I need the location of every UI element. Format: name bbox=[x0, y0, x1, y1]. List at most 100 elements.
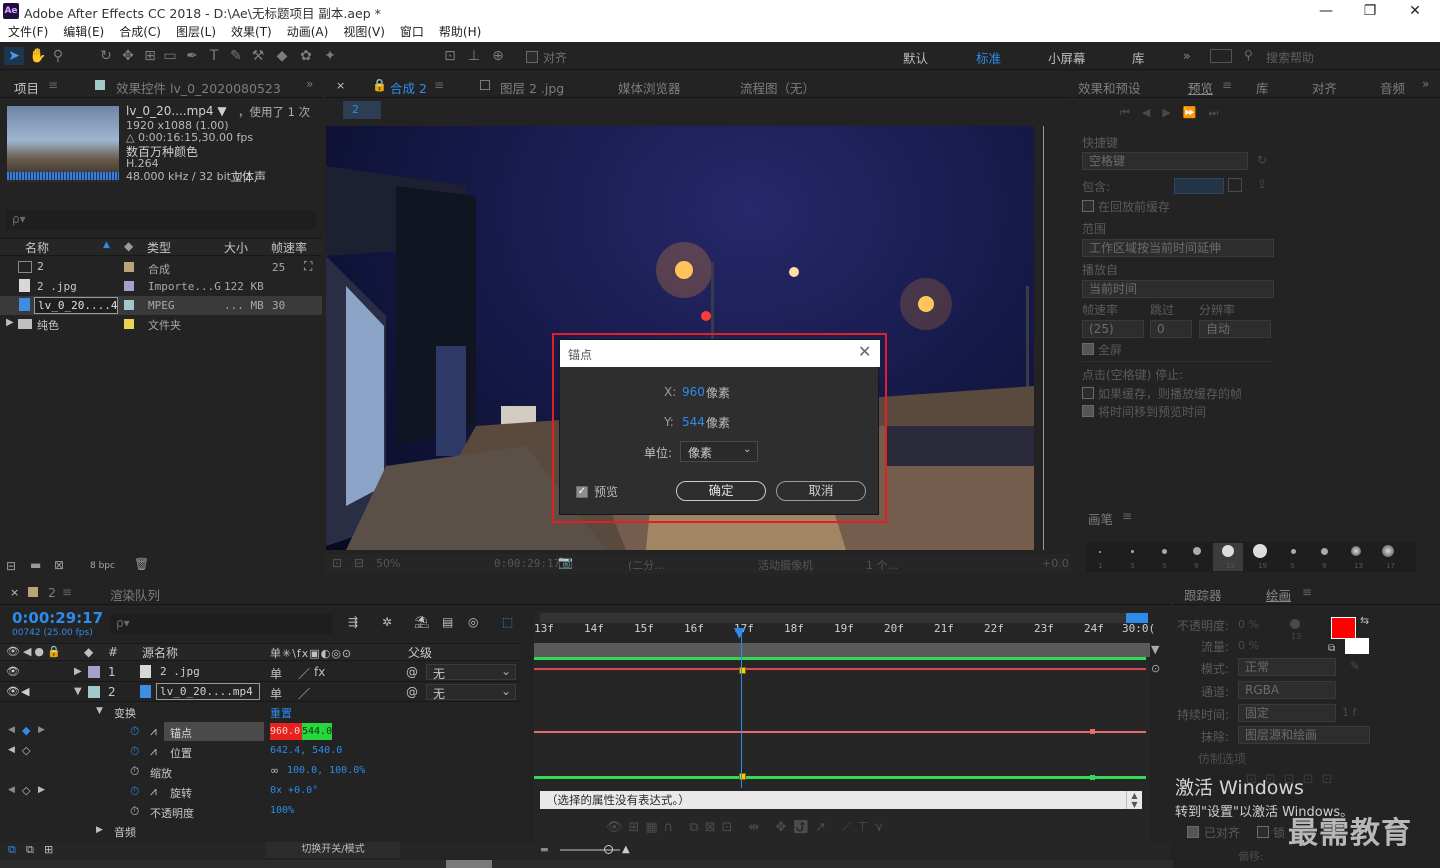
dialog-close-icon[interactable]: ✕ bbox=[858, 342, 871, 361]
parent-dropdown[interactable]: 无 ⌄ bbox=[426, 684, 516, 701]
workspace-small-screen[interactable]: 小屏幕 bbox=[1048, 48, 1086, 67]
viewer-timecode[interactable]: 0:00:29:17 bbox=[494, 557, 560, 570]
taskbar-item[interactable] bbox=[446, 860, 492, 868]
lock-icon[interactable]: 🔒 bbox=[372, 78, 387, 92]
in-out-icon[interactable]: ⊞ bbox=[44, 843, 53, 856]
menu-edit[interactable]: 编辑(E) bbox=[55, 22, 111, 42]
tab-libraries[interactable]: 库 bbox=[1256, 78, 1269, 97]
label-col-icon[interactable]: ◆ bbox=[124, 239, 133, 253]
prev-key-icon[interactable]: ◀ bbox=[8, 785, 15, 795]
timeline-search-box[interactable] bbox=[110, 614, 332, 634]
scale-value[interactable]: 100.0, 100.0% bbox=[287, 765, 365, 776]
duration-dropdown[interactable]: 固定 bbox=[1238, 704, 1336, 722]
property-row-anchor[interactable]: ◀ ◆ ▶ ⏱ ⩘ 锚点 960.0 544.0 bbox=[0, 722, 520, 741]
interpret-footage-icon[interactable]: ⊟ bbox=[6, 559, 16, 573]
selection-tool-icon[interactable]: ➤ bbox=[4, 47, 24, 65]
property-row-position[interactable]: ◀ ◇ ⏱ ⩘ 位置 642.4, 540.0 bbox=[0, 742, 520, 761]
anchor-x-value[interactable]: 960.0 bbox=[270, 723, 302, 740]
tab-menu-icon[interactable]: ≡ bbox=[1222, 78, 1232, 92]
zoom-out-icon[interactable]: ▬ bbox=[540, 845, 549, 855]
fullscreen-checkbox[interactable] bbox=[1082, 343, 1094, 355]
layer-name[interactable]: lv_0_20....mp4 bbox=[160, 685, 253, 698]
prev-key-icon[interactable]: ◀ bbox=[8, 725, 15, 735]
workspace-more[interactable]: » bbox=[1183, 48, 1191, 63]
stopwatch-icon[interactable]: ⏱ bbox=[130, 784, 139, 799]
panel-more-icon[interactable]: » bbox=[306, 77, 313, 91]
time-ruler[interactable]: 13f 14f 15f 16f 17f 18f 19f 20f 21f 22f … bbox=[534, 620, 1155, 642]
tab-menu-icon[interactable]: ≡ bbox=[62, 585, 72, 599]
brush-tip-1[interactable] bbox=[1099, 551, 1101, 553]
tab-project-menu-icon[interactable]: ≡ bbox=[48, 78, 58, 92]
constrain-link-icon[interactable]: ∞ bbox=[270, 764, 279, 777]
property-row-scale[interactable]: ⏱ 缩放 ∞ 100.0, 100.0% bbox=[0, 762, 520, 781]
magnification-dropdown[interactable]: 50% bbox=[376, 557, 400, 570]
views-dropdown[interactable]: 1 个... bbox=[866, 557, 898, 573]
menu-animation[interactable]: 动画(A) bbox=[279, 22, 336, 42]
channel-dropdown[interactable]: RGBA bbox=[1238, 681, 1336, 699]
menu-file[interactable]: 文件(F) bbox=[0, 22, 55, 42]
move-time-checkbox[interactable] bbox=[1082, 405, 1094, 417]
brush-tool-icon[interactable]: ✎ bbox=[226, 47, 246, 65]
reset-icon[interactable]: ↻ bbox=[1257, 153, 1267, 167]
quality-switch-icon[interactable]: ／ bbox=[298, 685, 310, 702]
keyframe-diamond-icon[interactable]: ◇ bbox=[22, 744, 30, 757]
expand-arrow-icon[interactable]: ▶ bbox=[6, 317, 14, 328]
zoom-slider-thumb[interactable] bbox=[604, 845, 613, 854]
tab-layer[interactable]: 图层 2 .jpg bbox=[500, 78, 564, 97]
tab-effect-controls[interactable]: 效果控件 lv_0_2020080523360 bbox=[116, 78, 282, 97]
delete-icon[interactable]: 🗑 bbox=[134, 557, 149, 571]
clone-stamp-icon[interactable]: ⚒ bbox=[248, 47, 268, 65]
y-value[interactable]: 544 bbox=[682, 415, 705, 429]
search-help-icon[interactable]: ⚲ bbox=[1244, 48, 1253, 62]
graph-snap-icon[interactable]: ⊙ bbox=[1151, 662, 1160, 675]
position-value[interactable]: 642.4, 540.0 bbox=[270, 745, 342, 756]
sync-settings-icon[interactable] bbox=[1210, 49, 1232, 63]
cancel-button[interactable]: 取消 bbox=[776, 481, 866, 501]
expand-arrow-icon[interactable]: ▶ bbox=[74, 666, 82, 677]
tab-render-queue[interactable]: 渲染队列 bbox=[110, 585, 160, 604]
flow-value[interactable]: 0 % bbox=[1238, 639, 1259, 652]
eyedropper-icon[interactable]: ✎ bbox=[1350, 659, 1360, 673]
graph-icon[interactable]: ⩘ bbox=[150, 784, 157, 799]
workspace-library[interactable]: 库 bbox=[1132, 48, 1145, 67]
exposure-value[interactable]: +0.0 bbox=[1042, 557, 1069, 570]
col-source-name[interactable]: 源名称 bbox=[142, 644, 178, 661]
new-folder-icon[interactable]: ▬ bbox=[30, 558, 41, 572]
label-swatch[interactable] bbox=[124, 281, 134, 291]
shy-switch-icon[interactable]: 单 bbox=[270, 685, 282, 702]
play-cached-checkbox[interactable] bbox=[1082, 387, 1094, 399]
preview-checkbox[interactable]: ✓ bbox=[576, 486, 588, 498]
tab-preview[interactable]: 预览 bbox=[1188, 78, 1213, 97]
layer-switches-icon[interactable]: ⧉ bbox=[8, 843, 16, 857]
transform-group[interactable]: 变换 bbox=[114, 705, 136, 721]
mode-dropdown[interactable]: 正常 bbox=[1238, 658, 1336, 676]
graph-editor-tools[interactable]: 👁⊞▦∩ ⧉⊠⊡ ⇹ ✥⤴↗ ⟋⊤⋎ bbox=[606, 820, 890, 835]
stopwatch-icon[interactable]: ⏱ bbox=[130, 744, 139, 759]
anchor-y-value[interactable]: 544.0 bbox=[302, 723, 332, 740]
reset-link[interactable]: 重置 bbox=[270, 705, 292, 721]
graph-icon[interactable]: ⩘ bbox=[150, 724, 157, 739]
visibility-audio-icons[interactable]: 👁◀ bbox=[6, 685, 30, 698]
zoom-tool-icon[interactable]: ⚲ bbox=[48, 47, 68, 65]
toggle-switches-modes-button[interactable]: 切换开关/模式 bbox=[266, 842, 400, 858]
project-row[interactable]: 2 .jpg Importe...G 122 KB bbox=[0, 277, 322, 296]
panel-more-icon[interactable]: » bbox=[1422, 77, 1429, 91]
layer-name[interactable]: 2 .jpg bbox=[160, 665, 200, 678]
layer-label-swatch[interactable] bbox=[88, 686, 100, 698]
work-area-end-icon[interactable]: ▼ bbox=[1151, 643, 1159, 656]
keyframe-diamond-icon[interactable]: ◆ bbox=[22, 724, 30, 737]
opacity-value[interactable]: 0 % bbox=[1238, 618, 1259, 631]
workspace-default[interactable]: 默认 bbox=[903, 48, 928, 67]
opacity-value[interactable]: 100% bbox=[270, 805, 294, 816]
puppet-pin-icon[interactable]: ✦ bbox=[320, 47, 340, 65]
project-search-input[interactable]: ρ▾ bbox=[12, 212, 26, 226]
default-colors-icon[interactable]: ⧉ bbox=[1328, 643, 1335, 654]
roto-brush-icon[interactable]: ✿ bbox=[296, 47, 316, 65]
orbit-camera-icon[interactable]: ✥ bbox=[118, 47, 138, 65]
background-color-swatch[interactable] bbox=[1345, 638, 1369, 654]
menu-window[interactable]: 窗口 bbox=[392, 22, 431, 42]
brush-tip-9[interactable] bbox=[1193, 547, 1201, 555]
collapse-arrow-icon[interactable]: ▼ bbox=[74, 686, 82, 697]
local-axis-icon[interactable]: ⊡ bbox=[440, 47, 460, 65]
layer-bar-comp[interactable] bbox=[534, 643, 1150, 657]
